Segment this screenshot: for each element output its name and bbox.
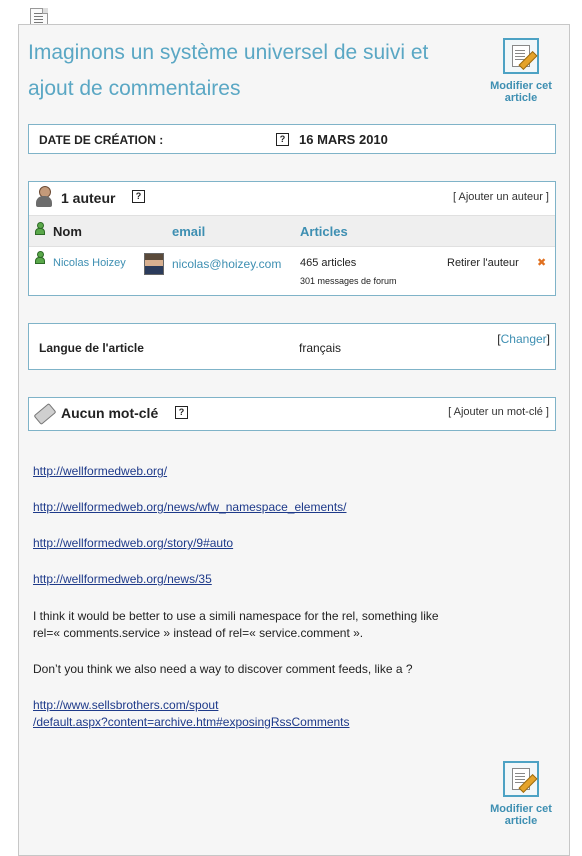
language-label: Langue de l'article — [39, 341, 144, 355]
edit-article-icon — [503, 761, 539, 797]
edit-article-button-bottom[interactable]: Modifier cet article — [481, 761, 561, 827]
body-link-2[interactable]: http://wellformedweb.org/news/wfw_namesp… — [33, 500, 347, 514]
body-paragraph-3: http://www.sellsbrothers.com/spout/defau… — [33, 697, 350, 731]
body-paragraph-2: Don’t you think we also need a way to di… — [33, 662, 413, 676]
author-email-link[interactable]: nicolas@hoizey.com — [172, 257, 281, 271]
add-author-link[interactable]: [ Ajouter un auteur ] — [453, 191, 549, 203]
column-articles[interactable]: Articles — [300, 224, 348, 239]
body-paragraph-1: I think it would be better to use a simi… — [33, 608, 523, 642]
remove-author-link[interactable]: Retirer l'auteur — [447, 257, 519, 269]
author-name-link[interactable]: Nicolas Hoizey — [53, 257, 126, 269]
authors-table-header: Nom email Articles — [29, 215, 555, 247]
table-row: Nicolas Hoizey nicolas@hoizey.com 465 ar… — [29, 247, 555, 293]
column-nom[interactable]: Nom — [53, 224, 82, 239]
help-icon[interactable]: ? — [175, 406, 188, 419]
authors-header: 1 auteur ? [ Ajouter un auteur ] — [29, 182, 555, 214]
body-link-4[interactable]: http://wellformedweb.org/news/35 — [33, 572, 212, 586]
bracket-close: ] — [546, 332, 550, 346]
avatar — [144, 253, 164, 275]
keywords-box: Aucun mot-clé ? [ Ajouter un mot-clé ] — [28, 397, 556, 431]
edit-article-label: Modifier cet article — [490, 80, 552, 104]
help-icon[interactable]: ? — [132, 190, 145, 203]
edit-article-button-top[interactable]: Modifier cet article — [481, 38, 561, 104]
creation-date-label: DATE DE CRÉATION : — [39, 133, 164, 147]
body-link-5-line-1: http://www.sellsbrothers.com/spout — [33, 698, 219, 712]
body-paragraph-1-line-1: I think it would be better to use a simi… — [33, 609, 439, 623]
language-box: Langue de l'article français [Changer] — [28, 323, 556, 370]
page-title: Imaginons un système universel de suivi … — [28, 41, 429, 100]
body-link-5-line-2: /default.aspx?content=archive.htm#exposi… — [33, 715, 350, 729]
edit-article-label: Modifier cet article — [490, 803, 552, 827]
authors-title: 1 auteur — [61, 190, 116, 206]
change-language-link[interactable]: Changer — [501, 332, 547, 346]
body-link-1[interactable]: http://wellformedweb.org/ — [33, 464, 167, 478]
edit-article-icon — [503, 38, 539, 74]
body-link-5[interactable]: http://www.sellsbrothers.com/spout/defau… — [33, 698, 350, 729]
creation-date-value: 16 MARS 2010 — [299, 132, 388, 147]
body-paragraph-1-line-2: rel=« comments.service » instead of rel=… — [33, 626, 364, 640]
author-icon — [35, 186, 53, 208]
help-icon[interactable]: ? — [276, 133, 289, 146]
body-link-3[interactable]: http://wellformedweb.org/story/9#auto — [33, 536, 233, 550]
column-email[interactable]: email — [172, 224, 205, 239]
authors-box: 1 auteur ? [ Ajouter un auteur ] Nom ema… — [28, 181, 556, 296]
keywords-title: Aucun mot-clé — [61, 405, 159, 421]
remove-icon[interactable]: ✖ — [537, 256, 546, 269]
person-icon — [35, 251, 45, 264]
creation-date-box: DATE DE CRÉATION : ? 16 MARS 2010 — [28, 124, 556, 154]
author-forum-messages: 301 messages de forum — [300, 276, 397, 286]
add-keyword-link[interactable]: [ Ajouter un mot-clé ] — [448, 406, 549, 418]
keyword-tag-icon — [33, 402, 57, 426]
author-article-count: 465 articles — [300, 257, 357, 269]
language-value: français — [299, 341, 342, 355]
change-language: [Changer] — [497, 332, 550, 346]
person-icon — [35, 222, 45, 235]
